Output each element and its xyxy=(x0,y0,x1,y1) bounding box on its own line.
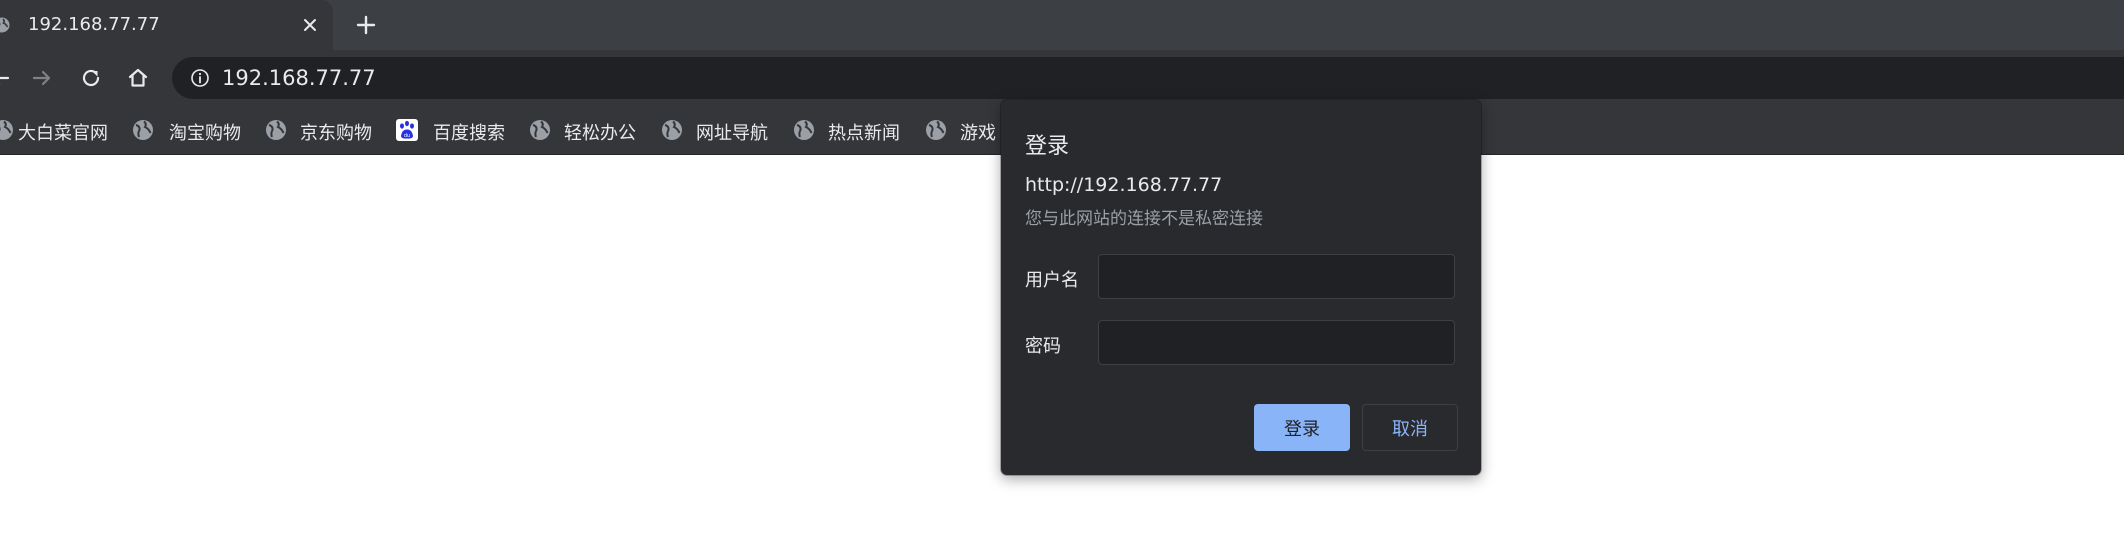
globe-icon xyxy=(926,120,946,140)
password-input[interactable] xyxy=(1098,320,1455,365)
dialog-title: 登录 xyxy=(1025,134,1070,159)
bookmark-label: 轻松办公 xyxy=(564,123,636,144)
bookmark-label: 百度搜索 xyxy=(433,123,505,144)
close-icon[interactable] xyxy=(300,15,320,35)
address-url[interactable]: 192.168.77.77 xyxy=(222,66,376,90)
globe-icon xyxy=(0,17,10,33)
bookmark-label: 大白菜官网 xyxy=(18,123,108,144)
bookmark-label: 热点新闻 xyxy=(828,123,900,144)
bookmark-label: 京东购物 xyxy=(300,123,372,144)
globe-icon xyxy=(133,120,153,140)
password-label: 密码 xyxy=(1025,336,1061,357)
tab-title: 192.168.77.77 xyxy=(28,14,160,35)
bookmark-label: 淘宝购物 xyxy=(169,123,241,144)
login-button[interactable]: 登录 xyxy=(1254,404,1350,451)
dialog-url: http://192.168.77.77 xyxy=(1025,174,1223,196)
plus-icon[interactable] xyxy=(354,13,378,37)
bookmark-label: 网址导航 xyxy=(696,123,768,144)
baidu-paw-icon: du xyxy=(396,119,418,141)
globe-icon xyxy=(0,120,13,140)
info-icon[interactable] xyxy=(190,68,210,88)
home-icon[interactable] xyxy=(126,66,150,90)
browser-window: 192.168.77.77 192.168.77.77 大白菜官网 淘宝购物 京… xyxy=(0,0,2124,538)
forward-arrow-icon[interactable] xyxy=(30,66,54,90)
username-input[interactable] xyxy=(1098,254,1455,299)
bookmark-label: 游戏 xyxy=(960,123,996,144)
dialog-privacy-note: 您与此网站的连接不是私密连接 xyxy=(1025,209,1263,229)
username-label: 用户名 xyxy=(1025,270,1079,291)
cancel-button[interactable]: 取消 xyxy=(1362,404,1458,451)
tab-strip: 192.168.77.77 xyxy=(0,0,2124,50)
globe-icon xyxy=(530,120,550,140)
back-arrow-icon[interactable] xyxy=(0,66,12,90)
toolbar: 192.168.77.77 xyxy=(0,50,2124,106)
globe-icon xyxy=(266,120,286,140)
address-bar[interactable]: 192.168.77.77 xyxy=(172,57,2124,99)
login-dialog: 登录 http://192.168.77.77 您与此网站的连接不是私密连接 用… xyxy=(1001,100,1481,475)
globe-icon xyxy=(662,120,682,140)
globe-icon xyxy=(794,120,814,140)
svg-text:du: du xyxy=(404,133,410,139)
tab-current[interactable]: 192.168.77.77 xyxy=(0,0,333,50)
reload-icon[interactable] xyxy=(79,66,103,90)
